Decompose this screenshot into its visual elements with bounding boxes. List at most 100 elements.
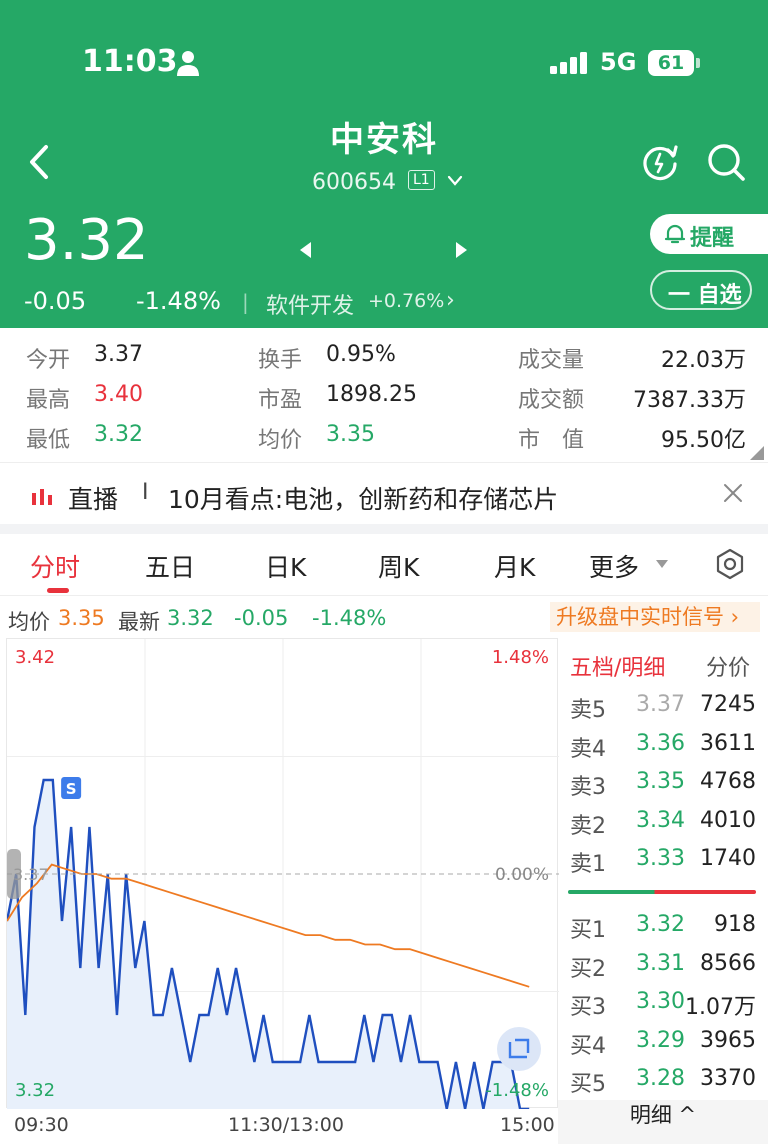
tab-daily-k[interactable]: 日K <box>265 548 306 584</box>
ask-level: 卖5 <box>570 698 606 723</box>
bell-icon <box>664 224 686 244</box>
chevron-down-icon[interactable] <box>446 174 464 188</box>
price-area <box>7 780 530 1109</box>
ask-row: 卖1 3.33 1740 <box>558 846 768 877</box>
ask-price: 3.33 <box>636 846 685 871</box>
live-bars-icon <box>32 489 52 505</box>
ask-volume: 4768 <box>700 769 756 794</box>
bid-price: 3.28 <box>636 1066 685 1091</box>
turnover-label: 换手 <box>258 348 303 373</box>
section-gap <box>0 524 768 534</box>
ask-row: 卖3 3.35 4768 <box>558 769 768 800</box>
bid-row: 买1 3.32 918 <box>558 912 768 943</box>
bid-price: 3.29 <box>636 1027 685 1053</box>
search-icon[interactable] <box>706 142 746 182</box>
x-label-open: 09:30 <box>14 1114 69 1136</box>
sector-name[interactable]: 软件开发 <box>266 288 354 320</box>
amount-value: 7387.33万 <box>633 388 746 413</box>
tab-five-day[interactable]: 五日 <box>145 548 195 584</box>
y-top-label: 3.42 <box>15 647 55 668</box>
x-axis-labels: 09:30 11:30/13:00 15:00 <box>0 1110 558 1144</box>
buy-sell-ratio-bar <box>568 890 756 894</box>
sector-change: +0.76% <box>368 290 445 312</box>
status-time: 11:03 <box>82 44 178 79</box>
volume-label: 成交量 <box>518 348 585 373</box>
info-avg-label: 均价 <box>8 610 50 634</box>
amount-label: 成交额 <box>518 388 585 413</box>
price-change-pct: -1.48% <box>136 287 221 315</box>
remind-button[interactable]: 提醒 <box>650 214 768 254</box>
person-icon <box>177 51 199 76</box>
stock-code: 600654 <box>312 170 396 195</box>
sector-arrow-icon[interactable]: › <box>446 288 455 313</box>
detail-toggle-button[interactable]: 明细 ^ <box>558 1100 768 1144</box>
separator: | <box>242 290 249 314</box>
live-banner[interactable]: 直播 I 10月看点:电池，创新药和存储芯片 <box>0 462 768 524</box>
bid-volume: 3965 <box>700 1027 756 1053</box>
add-watchlist-button[interactable]: 一 自选 <box>650 270 752 310</box>
tab-more[interactable]: 更多 <box>589 548 639 584</box>
refresh-icon[interactable] <box>640 142 680 182</box>
expand-corner-icon[interactable] <box>750 446 764 460</box>
tab-monthly-k[interactable]: 月K <box>494 548 535 584</box>
open-label: 今开 <box>26 348 71 373</box>
high-value: 3.40 <box>94 382 143 407</box>
pe-label: 市盈 <box>258 388 303 413</box>
bid-price: 3.30 <box>636 989 685 1014</box>
bid-level: 买1 <box>570 918 606 943</box>
stock-title[interactable]: 中安科 <box>250 112 518 258</box>
ask-price: 3.35 <box>636 769 685 794</box>
order-book-title[interactable]: 五档/明细 <box>570 650 665 682</box>
prev-stock-icon[interactable] <box>300 242 311 258</box>
live-separator: I <box>142 480 149 505</box>
watch-label: 一 自选 <box>668 283 742 308</box>
next-stock-icon[interactable] <box>456 242 467 258</box>
mcap-value: 95.50亿 <box>661 428 746 453</box>
battery-level: 61 <box>648 50 694 76</box>
intraday-chart[interactable]: S 3.42 3.32 3.37 1.48% 0.00% -1.48% <box>6 638 559 1109</box>
ask-volume: 7245 <box>700 692 756 717</box>
bid-level: 买2 <box>570 956 606 982</box>
low-label: 最低 <box>26 428 71 453</box>
x-label-close: 15:00 <box>500 1114 555 1136</box>
open-value: 3.37 <box>94 342 143 367</box>
settings-icon[interactable] <box>714 548 746 580</box>
info-latest-value: 3.32 <box>167 606 214 630</box>
order-book: 五档/明细 分价 卖5 3.37 7245 卖4 3.36 3611 卖3 3.35 4768 卖… <box>558 638 768 1144</box>
price-change: -0.05 <box>24 287 87 315</box>
stock-name: 中安科 <box>330 120 438 160</box>
current-price: 3.32 <box>24 208 149 273</box>
x-label-midday: 11:30/13:00 <box>228 1114 344 1136</box>
signal-marker-label: S <box>66 780 77 798</box>
bid-volume: 8566 <box>700 950 756 976</box>
bid-price: 3.32 <box>636 912 685 937</box>
back-icon[interactable] <box>24 144 54 180</box>
mcap-label: 市 值 <box>518 428 585 453</box>
network-type: 5G <box>600 48 637 76</box>
ask-volume: 3611 <box>700 730 756 756</box>
close-icon[interactable] <box>722 482 744 504</box>
price-distribution-tab[interactable]: 分价 <box>706 650 750 682</box>
avg-value: 3.35 <box>326 422 375 447</box>
quote-stats: 今开 3.37 最高 3.40 最低 3.32 换手 0.95% 市盈 1898… <box>0 328 768 462</box>
pct-mid-label: 0.00% <box>495 865 549 885</box>
tab-intraday[interactable]: 分时 <box>30 548 80 584</box>
tab-weekly-k[interactable]: 周K <box>378 548 419 584</box>
ask-row: 卖4 3.36 3611 <box>558 730 768 762</box>
y-bottom-label: 3.32 <box>15 1080 55 1101</box>
ask-volume: 1740 <box>700 846 756 871</box>
bid-price: 3.31 <box>636 950 685 976</box>
bid-row: 买2 3.31 8566 <box>558 950 768 982</box>
price-change-row: -0.05 -1.48% | 软件开发 +0.76% › <box>24 287 484 320</box>
ask-level: 卖1 <box>570 852 606 877</box>
ask-price: 3.34 <box>636 807 685 833</box>
ask-price: 3.36 <box>636 730 685 756</box>
ask-row: 卖2 3.34 4010 <box>558 807 768 839</box>
bid-row: 买3 3.30 1.07万 <box>558 989 768 1020</box>
caret-down-icon[interactable] <box>656 560 668 568</box>
upgrade-signal-link[interactable]: 升级盘中实时信号 › <box>550 602 760 632</box>
info-latest-label: 最新 <box>118 610 160 634</box>
info-avg-value: 3.35 <box>58 606 105 630</box>
bid-level: 买5 <box>570 1072 606 1097</box>
bid-level: 买3 <box>570 995 606 1020</box>
